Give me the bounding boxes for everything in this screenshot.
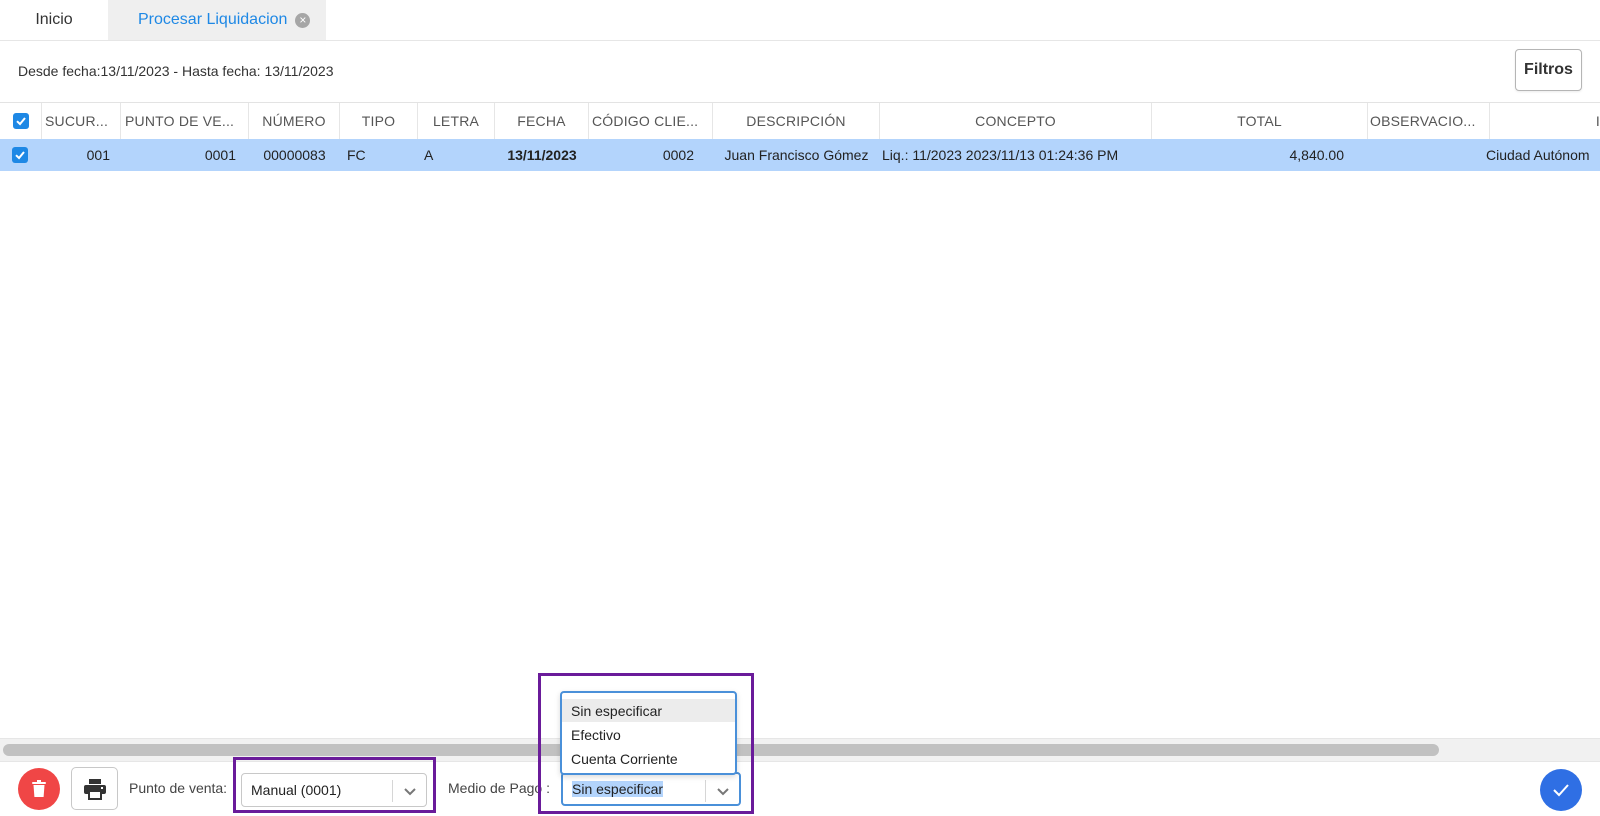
cell-punto-venta: 0001	[204, 147, 236, 163]
print-button[interactable]	[71, 767, 118, 810]
table-row[interactable]: 001 0001 00000083 FC A 13/11/2023 0002 J…	[0, 139, 1600, 171]
punto-venta-highlight	[233, 757, 436, 813]
close-icon[interactable]: ×	[295, 12, 311, 28]
checkbox-checked-icon	[12, 113, 29, 129]
medio-pago-highlight	[538, 673, 754, 814]
select-all-checkbox[interactable]	[0, 103, 42, 139]
tab-procesar-liquidacion[interactable]: Procesar Liquidacion ×	[108, 0, 326, 40]
date-range: Desde fecha:13/11/2023 - Hasta fecha: 13…	[18, 63, 334, 79]
confirm-button[interactable]	[1540, 769, 1582, 811]
checkbox-checked-icon	[12, 147, 28, 163]
delete-button[interactable]	[18, 768, 60, 810]
filters-button[interactable]: Filtros	[1515, 49, 1582, 91]
cell-codigo-cliente: 0002	[662, 147, 694, 163]
tab-bar: Inicio Procesar Liquidacion ×	[0, 0, 1600, 41]
cell-letra: A	[424, 147, 434, 163]
grid-header: SUCUR... PUNTO DE VE... NÚMERO TIPO LETR…	[0, 102, 1600, 140]
tab-inicio-label: Inicio	[35, 11, 73, 28]
column-header-extra[interactable]: I	[1490, 103, 1600, 139]
column-header-concepto[interactable]: CONCEPTO	[880, 103, 1152, 139]
column-header-punto-venta[interactable]: PUNTO DE VE...	[121, 103, 249, 139]
tab-procesar-liquidacion-label: Procesar Liquidacion	[138, 11, 288, 28]
column-header-total[interactable]: TOTAL	[1152, 103, 1368, 139]
tab-inicio[interactable]: Inicio	[0, 0, 108, 40]
cell-numero: 00000083	[263, 147, 326, 163]
column-header-sucursal[interactable]: SUCUR...	[42, 103, 121, 139]
trash-icon	[32, 780, 46, 797]
column-header-fecha[interactable]: FECHA	[495, 103, 589, 139]
cell-total: 4,840.00	[1289, 147, 1345, 163]
row-checkbox[interactable]	[0, 139, 40, 171]
cell-descripcion: Juan Francisco Gómez	[724, 147, 869, 163]
column-header-observaciones[interactable]: OBSERVACIO...	[1368, 103, 1490, 139]
cell-tipo: FC	[347, 147, 366, 163]
cell-fecha: 13/11/2023	[507, 147, 577, 163]
medio-pago-label: Medio de Pago :	[448, 780, 550, 796]
printer-icon	[83, 778, 106, 800]
column-header-codigo-cliente[interactable]: CÓDIGO CLIE...	[589, 103, 713, 139]
column-header-tipo[interactable]: TIPO	[340, 103, 418, 139]
punto-venta-label: Punto de venta:	[129, 780, 228, 796]
column-header-letra[interactable]: LETRA	[418, 103, 495, 139]
cell-concepto: Liq.: 11/2023 2023/11/13 01:24:36 PM	[882, 147, 1119, 163]
cell-extra: Ciudad Autónom	[1486, 147, 1590, 163]
column-header-descripcion[interactable]: DESCRIPCIÓN	[713, 103, 880, 139]
cell-observaciones	[1368, 139, 1490, 171]
check-icon	[1553, 784, 1569, 797]
column-header-numero[interactable]: NÚMERO	[249, 103, 340, 139]
cell-sucursal: 001	[86, 147, 110, 163]
